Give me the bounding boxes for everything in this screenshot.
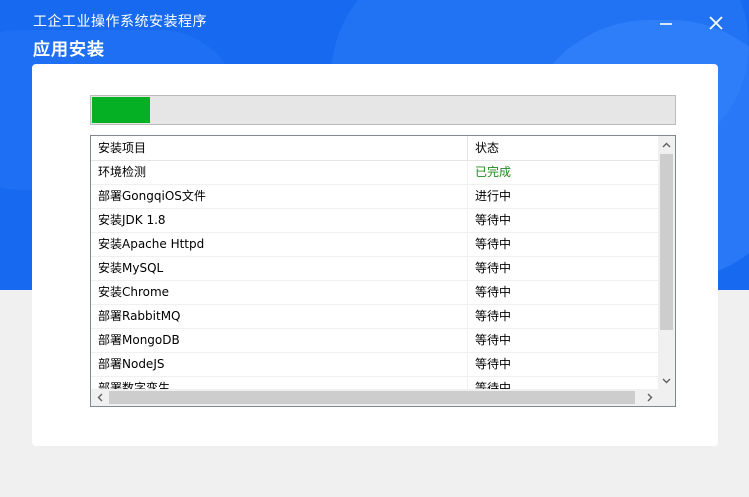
list-rows: 环境检测 已完成 部署GongqiOS文件 进行中 安装JDK 1.8 等待中 安装Apac… — [91, 161, 658, 389]
list-item-name: 部署NodeJS — [91, 353, 468, 376]
list-item[interactable]: 安装Apache Httpd 等待中 — [91, 233, 658, 257]
list-item[interactable]: 安装JDK 1.8 等待中 — [91, 209, 658, 233]
scroll-up-button[interactable] — [658, 136, 675, 153]
list-item[interactable]: 安装Chrome 等待中 — [91, 281, 658, 305]
column-header-item[interactable]: 安装项目 — [91, 136, 468, 161]
list-item-status: 等待中 — [475, 285, 512, 299]
install-items-list[interactable]: 安装项目 状态 环境检测 已完成 部署GongqiOS文件 进行中 安装JDK 1.8 等… — [90, 135, 676, 407]
horizontal-scroll-thumb[interactable] — [109, 391, 635, 404]
list-item-status: 进行中 — [475, 189, 512, 203]
list-item-status: 等待中 — [475, 309, 512, 323]
list-item[interactable]: 部署MongoDB 等待中 — [91, 329, 658, 353]
list-item-name: 部署GongqiOS文件 — [91, 185, 468, 208]
list-item-status: 等待中 — [475, 261, 512, 275]
list-item-name: 安装MySQL — [91, 257, 468, 280]
vertical-scroll-thumb[interactable] — [660, 154, 673, 330]
minimize-button[interactable] — [652, 10, 680, 36]
list-item-status: 等待中 — [475, 381, 512, 389]
horizontal-scrollbar[interactable] — [91, 389, 658, 406]
close-button[interactable] — [702, 10, 730, 36]
list-item[interactable]: 部署RabbitMQ 等待中 — [91, 305, 658, 329]
scrollbar-corner — [658, 389, 675, 406]
list-item-name: 部署数字孪生 — [91, 377, 468, 389]
list-item-name: 安装Apache Httpd — [91, 233, 468, 256]
list-item-name: 部署MongoDB — [91, 329, 468, 352]
list-item-status: 等待中 — [475, 357, 512, 371]
close-icon — [709, 16, 723, 30]
chevron-left-icon — [97, 393, 102, 402]
scroll-right-button[interactable] — [641, 389, 658, 406]
install-progress-fill — [92, 97, 150, 123]
list-item-name: 部署RabbitMQ — [91, 305, 468, 328]
list-item[interactable]: 环境检测 已完成 — [91, 161, 658, 185]
chevron-right-icon — [647, 393, 652, 402]
list-item-status: 等待中 — [475, 213, 512, 227]
list-item[interactable]: 部署NodeJS 等待中 — [91, 353, 658, 377]
list-item-name: 安装Chrome — [91, 281, 468, 304]
page-title: 应用安装 — [33, 40, 105, 60]
chevron-down-icon — [662, 378, 671, 383]
app-title: 工企工业操作系统安装程序 — [33, 14, 207, 30]
footer-bar — [0, 446, 749, 497]
list-item-name: 环境检测 — [91, 161, 468, 184]
list-item-status: 已完成 — [475, 165, 512, 179]
install-progress-bar — [90, 95, 676, 125]
scroll-left-button[interactable] — [91, 389, 108, 406]
column-header-status[interactable]: 状态 — [468, 136, 658, 161]
list-item[interactable]: 部署GongqiOS文件 进行中 — [91, 185, 658, 209]
scroll-down-button[interactable] — [658, 372, 675, 389]
chevron-up-icon — [662, 142, 671, 147]
minimize-icon — [660, 23, 672, 25]
list-item-name: 安装JDK 1.8 — [91, 209, 468, 232]
list-item-status: 等待中 — [475, 333, 512, 347]
vertical-scrollbar[interactable] — [658, 136, 675, 389]
installer-window: 工企工业操作系统安装程序 应用安装 安装项目 状态 环境检测 已完成 部署Gongq… — [0, 0, 749, 497]
list-item[interactable]: 部署数字孪生 等待中 — [91, 377, 658, 389]
list-item[interactable]: 安装MySQL 等待中 — [91, 257, 658, 281]
list-header: 安装项目 状态 — [91, 136, 658, 161]
list-item-status: 等待中 — [475, 237, 512, 251]
